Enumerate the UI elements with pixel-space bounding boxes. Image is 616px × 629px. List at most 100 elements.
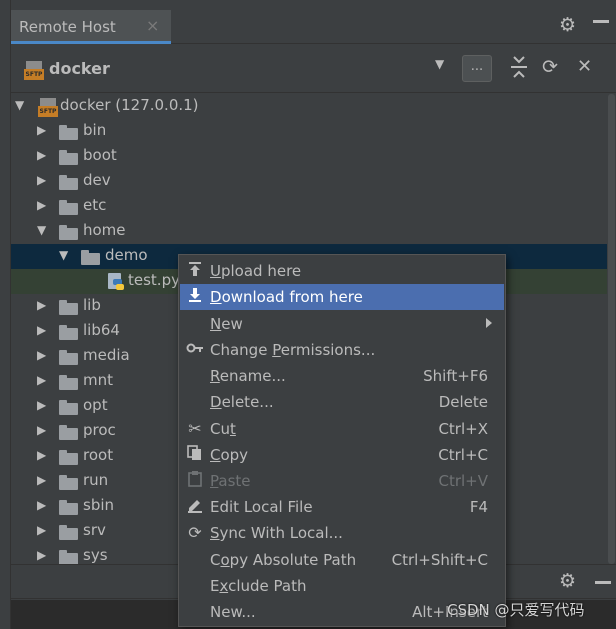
close-icon[interactable]: ✕ (577, 56, 592, 77)
tab-title: Remote Host (19, 18, 116, 36)
folder-icon (59, 375, 78, 390)
folder-icon (59, 200, 78, 215)
collapsed-arrow-icon[interactable]: ▶ (37, 523, 46, 537)
menu-item-label: Rename... (210, 367, 286, 385)
copy-icon (185, 445, 205, 465)
tree-label: opt (83, 396, 108, 414)
collapsed-arrow-icon[interactable]: ▶ (37, 123, 46, 137)
menu-item-cut[interactable]: ✂ Cut Ctrl+X (180, 416, 504, 442)
folder-icon (59, 475, 78, 490)
menu-item-label: Copy Absolute Path (210, 551, 357, 569)
menu-item-label: New (210, 315, 243, 333)
folder-icon (59, 450, 78, 465)
menu-item-label: Upload here (210, 262, 302, 280)
tree-item[interactable]: ▶ etc (11, 194, 607, 219)
collapsed-arrow-icon[interactable]: ▶ (37, 498, 46, 512)
folder-icon (59, 350, 78, 365)
key-icon (185, 340, 205, 360)
folder-icon (81, 250, 100, 265)
tree-item[interactable]: ▶ bin (11, 119, 607, 144)
menu-item-download-from-here[interactable]: Download from here (180, 284, 504, 310)
scissors-icon: ✂ (188, 419, 202, 438)
tree-item[interactable]: ▶ boot (11, 144, 607, 169)
expanded-arrow-icon[interactable]: ▼ (37, 223, 46, 237)
menu-item-new[interactable]: New (180, 311, 504, 337)
collapsed-arrow-icon[interactable]: ▶ (37, 473, 46, 487)
menu-item-label: Edit Local File (210, 498, 313, 516)
menu-item-label: New... (210, 603, 256, 621)
download-icon (185, 287, 205, 307)
folder-icon (59, 300, 78, 315)
menu-item-edit-local-file[interactable]: Edit Local File F4 (180, 494, 504, 520)
menu-item-sync-with-local[interactable]: ⟳ Sync With Local... (180, 520, 504, 546)
menu-item-shortcut: Delete (438, 393, 488, 411)
tree-label: dev (83, 171, 111, 189)
expanded-arrow-icon[interactable]: ▼ (59, 248, 68, 262)
gear-icon[interactable]: ⚙ (559, 570, 576, 592)
scrollbar-thumb[interactable] (608, 94, 615, 564)
menu-item-paste[interactable]: Paste Ctrl+V (180, 468, 504, 494)
tab-remote-host[interactable]: Remote Host × (11, 10, 171, 44)
collapsed-arrow-icon[interactable]: ▶ (37, 298, 46, 312)
tree-label: srv (83, 521, 106, 539)
menu-item-copy-absolute-path[interactable]: Copy Absolute Path Ctrl+Shift+C (180, 547, 504, 573)
folder-icon (59, 400, 78, 415)
menu-item-delete[interactable]: Delete... Delete (180, 389, 504, 415)
menu-item-label: Change Permissions... (210, 341, 376, 359)
collapsed-arrow-icon[interactable]: ▶ (37, 448, 46, 462)
sync-icon: ⟳ (188, 523, 202, 542)
paste-icon (185, 471, 205, 491)
close-icon[interactable]: × (146, 16, 159, 35)
folder-icon (59, 550, 78, 564)
sftp-server-icon: SFTP (24, 60, 44, 80)
vertical-scrollbar[interactable] (607, 94, 616, 564)
menu-item-label: Paste (210, 472, 251, 490)
tree-item[interactable]: ▼ home (11, 219, 607, 244)
collapsed-arrow-icon[interactable]: ▶ (37, 148, 46, 162)
tree-label: lib64 (83, 321, 120, 339)
collapsed-arrow-icon[interactable]: ▶ (37, 323, 46, 337)
tree-item[interactable]: ▶ dev (11, 169, 607, 194)
gear-icon[interactable]: ⚙ (559, 14, 576, 36)
tree-label: sbin (83, 496, 115, 514)
collapsed-arrow-icon[interactable]: ▶ (37, 348, 46, 362)
menu-item-copy[interactable]: Copy Ctrl+C (180, 442, 504, 468)
collapse-all-icon[interactable] (511, 56, 527, 78)
menu-item-label: Copy (210, 446, 249, 464)
menu-item-label: Exclude Path (210, 577, 307, 595)
tree-label: home (83, 221, 126, 239)
upload-icon (185, 261, 205, 281)
collapsed-arrow-icon[interactable]: ▶ (37, 398, 46, 412)
tree-label: run (83, 471, 109, 489)
tree-label: sys (83, 546, 108, 564)
browse-button[interactable]: ... (462, 55, 492, 82)
menu-item-shortcut: Ctrl+X (438, 420, 488, 438)
folder-icon (59, 500, 78, 515)
tree-root[interactable]: ▼ SFTP docker (127.0.0.1) (11, 94, 607, 119)
submenu-arrow-icon (486, 318, 492, 328)
menu-item-exclude-path[interactable]: Exclude Path (180, 573, 504, 599)
collapsed-arrow-icon[interactable]: ▶ (37, 373, 46, 387)
watermark: CSDN @只爱写代码 (447, 601, 585, 619)
tree-label: etc (83, 196, 107, 214)
hide-icon[interactable] (595, 581, 611, 584)
server-name[interactable]: docker (49, 59, 110, 78)
tree-label: mnt (83, 371, 113, 389)
menu-item-change-permissions[interactable]: Change Permissions... (180, 337, 504, 363)
collapsed-arrow-icon[interactable]: ▶ (37, 423, 46, 437)
tree-label: docker (127.0.0.1) (60, 96, 199, 114)
menu-item-upload-here[interactable]: Upload here (180, 258, 504, 284)
tree-label: lib (83, 296, 101, 314)
refresh-icon[interactable]: ⟳ (542, 56, 558, 78)
hide-icon[interactable] (593, 20, 609, 23)
collapsed-arrow-icon[interactable]: ▶ (37, 198, 46, 212)
menu-item-shortcut: Ctrl+V (438, 472, 488, 490)
toolbar: SFTP docker ▼ ... ⟳ ✕ (11, 45, 616, 93)
menu-item-shortcut: Shift+F6 (423, 367, 488, 385)
collapsed-arrow-icon[interactable]: ▶ (37, 548, 46, 562)
expanded-arrow-icon[interactable]: ▼ (15, 98, 24, 112)
menu-item-rename[interactable]: Rename... Shift+F6 (180, 363, 504, 389)
chevron-down-icon[interactable]: ▼ (435, 57, 444, 71)
folder-icon (59, 425, 78, 440)
collapsed-arrow-icon[interactable]: ▶ (37, 173, 46, 187)
